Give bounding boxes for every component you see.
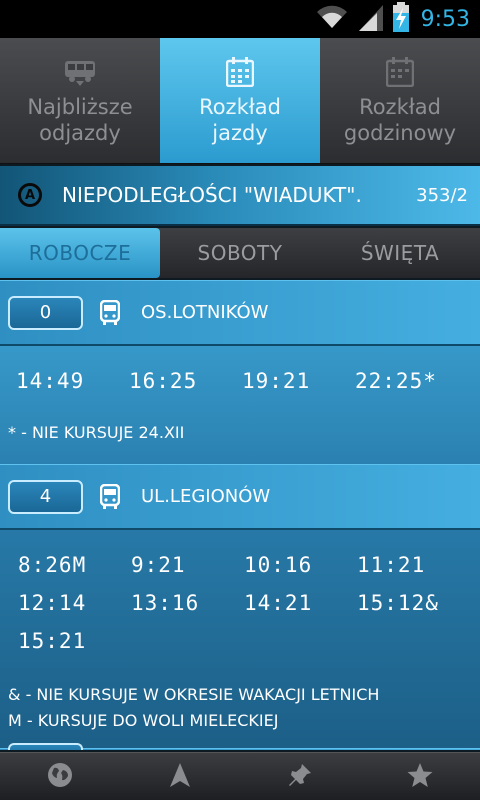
nav-navigate[interactable]: [120, 753, 240, 800]
line-number-badge: 4: [8, 479, 83, 514]
bus-icon: [99, 299, 121, 326]
clock: 9:53: [420, 6, 470, 32]
tab-swieta[interactable]: ŚWIĘTA: [320, 228, 480, 278]
tab-label: Najbliższe odjazdy: [27, 95, 133, 145]
circle-a-icon: A: [18, 183, 42, 207]
line-header-partial[interactable]: [0, 743, 480, 750]
calendar-icon: [226, 56, 254, 88]
note: * - NIE KURSUJE 24.XII: [8, 423, 185, 442]
departure-time: 14:49: [16, 369, 85, 393]
departure-time: 16:25: [129, 369, 198, 393]
bottom-nav: [0, 752, 480, 800]
status-bar: 9:53: [0, 0, 480, 38]
line-number-badge: 0: [8, 295, 83, 330]
stop-name: NIEPODLEGŁOŚCI "WIADUKT".: [62, 183, 362, 207]
departure-time: 14:21: [244, 591, 313, 615]
timetable-list[interactable]: 0 OS.LOTNIKÓW 14:49 16:25 19:21 22:25* *…: [0, 280, 480, 750]
line-direction: UL.LEGIONÓW: [141, 486, 271, 507]
bus-side-icon: [63, 56, 97, 88]
line-header[interactable]: 0 OS.LOTNIKÓW: [0, 280, 480, 346]
day-tabs: ROBOCZE SOBOTY ŚWIĘTA: [0, 228, 480, 278]
departure-time: 10:16: [244, 553, 313, 577]
bus-icon: [99, 483, 121, 510]
stop-code: 353/2: [416, 184, 468, 206]
departure-time: 12:14: [18, 591, 87, 615]
times-row: 8:26M 9:21 10:16 11:21: [18, 546, 470, 584]
note: M - KURSUJE DO WOLI MIELECKIEJ: [8, 711, 279, 730]
line-direction: OS.LOTNIKÓW: [141, 302, 269, 323]
departure-time: 22:25*: [355, 369, 437, 393]
tab-label: Rozkład godzinowy: [343, 95, 457, 145]
line-section: 0 OS.LOTNIKÓW 14:49 16:25 19:21 22:25* *…: [0, 280, 480, 464]
departure-time: 9:21: [131, 553, 186, 577]
globe-icon: [46, 761, 74, 793]
nav-favorites[interactable]: [360, 753, 480, 800]
line-number-badge: [8, 743, 83, 750]
departure-times: 14:49 16:25 19:21 22:25*: [0, 346, 480, 414]
navigation-arrow-icon: [168, 761, 192, 793]
pin-icon: [287, 762, 313, 792]
tab-rozklad-jazdy[interactable]: Rozkład jazdy: [160, 38, 320, 163]
line-header[interactable]: 4 UL.LEGIONÓW: [0, 464, 480, 530]
times-row: 12:14 13:16 14:21 15:12&: [18, 584, 470, 622]
departure-time: 8:26M: [18, 553, 87, 577]
departure-time: 11:21: [357, 553, 426, 577]
departure-time: 13:16: [131, 591, 200, 615]
tab-najblizsze-odjazdy[interactable]: Najbliższe odjazdy: [0, 38, 160, 163]
stop-header: A NIEPODLEGŁOŚCI "WIADUKT". 353/2: [0, 166, 480, 226]
times-row: 15:21: [18, 622, 470, 660]
wifi-icon: [315, 4, 349, 34]
timetable-notes: & - NIE KURSUJE W OKRESIE WAKACJI LETNIC…: [0, 668, 480, 734]
line-section: 4 UL.LEGIONÓW 8:26M 9:21 10:16 11:21 12:…: [0, 464, 480, 734]
times-row: 14:49 16:25 19:21 22:25*: [16, 362, 470, 400]
nav-pin[interactable]: [240, 753, 360, 800]
note: & - NIE KURSUJE W OKRESIE WAKACJI LETNIC…: [8, 685, 380, 704]
tab-robocze[interactable]: ROBOCZE: [0, 228, 160, 278]
status-icons: 9:53: [315, 2, 470, 36]
signal-icon: [357, 3, 385, 35]
departure-time: 15:21: [18, 629, 87, 653]
calendar-icon: [386, 56, 414, 88]
nav-globe[interactable]: [0, 753, 120, 800]
tab-soboty[interactable]: SOBOTY: [160, 228, 320, 278]
top-tabs: Najbliższe odjazdy Rozkład jazdy Rozkład…: [0, 38, 480, 164]
departure-time: 19:21: [242, 369, 311, 393]
departure-times: 8:26M 9:21 10:16 11:21 12:14 13:16 14:21…: [0, 530, 480, 668]
tab-label: Rozkład jazdy: [199, 95, 281, 145]
timetable-notes: * - NIE KURSUJE 24.XII: [0, 414, 480, 464]
star-icon: [406, 761, 434, 793]
departure-time: 15:12&: [357, 591, 439, 615]
battery-charging-icon: [392, 2, 409, 36]
tab-rozklad-godzinowy[interactable]: Rozkład godzinowy: [320, 38, 480, 163]
